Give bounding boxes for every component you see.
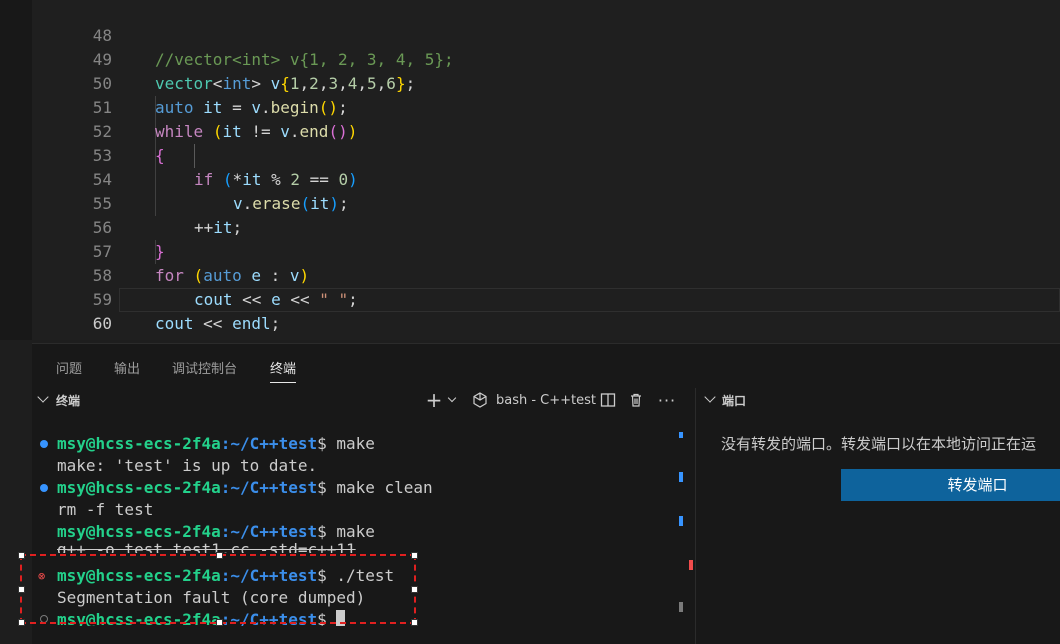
line-number: 61: [32, 336, 112, 340]
scroll-marker-error: [689, 560, 693, 570]
ports-empty-message: 没有转发的端口。转发端口以在本地访问正在运: [721, 435, 1037, 453]
chevron-down-icon[interactable]: [446, 390, 458, 410]
resize-handle[interactable]: [411, 552, 418, 559]
terminal-header: 终端 + bash - C++test ···: [32, 388, 694, 412]
panel-tabs: 问题 输出 调试控制台 终端: [32, 344, 1060, 386]
code-line[interactable]: 51 while (it != v.end()): [32, 72, 1060, 141]
code-line[interactable]: 48 //vector<int> v{1, 2, 3, 4, 5};: [32, 0, 1060, 69]
code-line[interactable]: 52 {: [32, 96, 1060, 165]
ports-header: 端口: [696, 388, 1060, 412]
code-line[interactable]: 56 }: [32, 192, 1060, 261]
terminal-instance-label[interactable]: bash - C++test: [496, 390, 596, 410]
scroll-marker: [679, 516, 683, 526]
terminal-line: g++ -o test test1.cc -std=c++11: [57, 540, 356, 553]
more-icon[interactable]: ···: [656, 390, 678, 410]
code-line[interactable]: 49 vector<int> v{1,2,3,4,5,6};: [32, 24, 1060, 93]
ports-section-title: 端口: [722, 394, 747, 408]
trash-icon[interactable]: [626, 390, 646, 410]
code-line[interactable]: 50 auto it = v.begin();: [32, 48, 1060, 117]
code-line[interactable]: 57 for (auto e : v): [32, 216, 1060, 285]
tab-output[interactable]: 输出: [114, 358, 140, 377]
code-line[interactable]: 54 v.erase(it);: [32, 144, 1060, 213]
panel-divider[interactable]: [695, 388, 696, 644]
forward-port-button[interactable]: 转发端口: [841, 469, 1060, 501]
code-editor[interactable]: 48 //vector<int> v{1, 2, 3, 4, 5}; 49 ve…: [0, 0, 1060, 340]
resize-handle[interactable]: [411, 586, 418, 593]
terminal-scrollbar[interactable]: [677, 432, 693, 644]
command-success-icon[interactable]: [40, 484, 48, 492]
resize-handle[interactable]: [18, 619, 25, 626]
terminal-section-title: 终端: [56, 394, 81, 408]
chevron-down-icon[interactable]: [704, 391, 716, 403]
code-line[interactable]: 61 }: [32, 312, 1060, 340]
resize-handle[interactable]: [216, 552, 223, 559]
code-line-current[interactable]: 60 return 0;: [32, 288, 1060, 340]
code-line[interactable]: 58 cout << e << " ";: [32, 240, 1060, 309]
resize-handle[interactable]: [216, 619, 223, 626]
code-line[interactable]: 53 if (*it % 2 == 0): [32, 120, 1060, 189]
resize-handle[interactable]: [411, 619, 418, 626]
code-text: return 0;: [155, 336, 242, 340]
tab-debug-console[interactable]: 调试控制台: [172, 358, 237, 377]
code-line[interactable]: 59 cout << endl;: [32, 264, 1060, 333]
activity-bar-edge: [0, 0, 32, 340]
terminal-line: rm -f test: [57, 500, 154, 519]
resize-handle[interactable]: [18, 586, 25, 593]
scroll-marker: [679, 432, 683, 438]
split-icon[interactable]: [598, 390, 618, 410]
scroll-marker: [679, 602, 683, 612]
plus-icon[interactable]: +: [424, 388, 444, 412]
resize-handle[interactable]: [18, 552, 25, 559]
tab-terminal[interactable]: 终端: [270, 358, 297, 383]
code-line[interactable]: 55 ++it;: [32, 168, 1060, 237]
command-success-icon[interactable]: [40, 440, 48, 448]
terminal-profile-icon: [470, 390, 490, 410]
terminal-line: make: 'test' is up to date.: [57, 456, 318, 475]
terminal-line: msy@hcss-ecs-2f4a:~/C++test$ make: [57, 434, 375, 453]
terminal-line: msy@hcss-ecs-2f4a:~/C++test$ make clean: [57, 478, 433, 497]
annotation-box: [18, 552, 418, 626]
scroll-marker: [679, 472, 683, 482]
chevron-down-icon[interactable]: [37, 391, 49, 403]
tab-problems[interactable]: 问题: [56, 358, 82, 377]
